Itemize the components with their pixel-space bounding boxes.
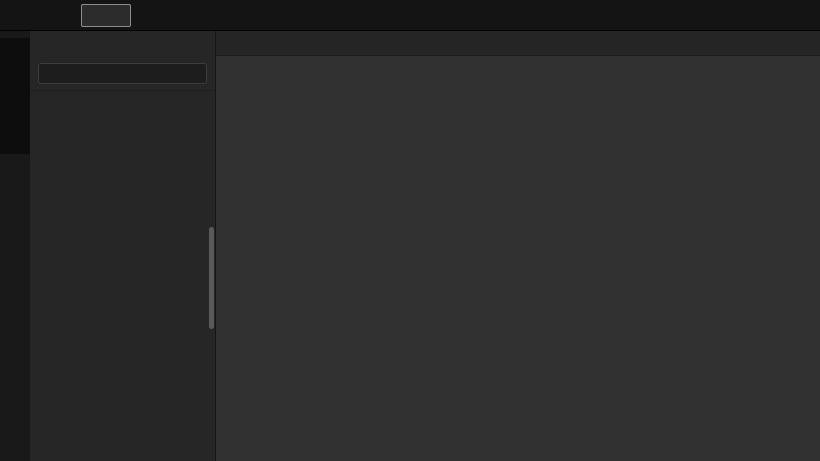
- wavemaker-studio-window: [0, 0, 820, 461]
- document-icon: [277, 9, 289, 21]
- search-box[interactable]: [38, 63, 207, 84]
- search-input[interactable]: [60, 68, 200, 80]
- file-icon: [88, 9, 99, 22]
- topbar: [0, 0, 820, 31]
- play-icon: [223, 9, 235, 21]
- file-path-bar: [216, 31, 820, 56]
- refresh-icon[interactable]: [167, 40, 179, 52]
- tree-scrollbar[interactable]: [209, 227, 214, 329]
- grid-icon[interactable]: [111, 9, 124, 22]
- wavemaker-logo-icon[interactable]: [7, 4, 30, 27]
- activity-bar: [0, 31, 30, 461]
- add-resource-button[interactable]: [186, 38, 202, 54]
- activity-bar-divider: [0, 38, 30, 154]
- editor-area: [216, 31, 820, 461]
- tutorials-button[interactable]: [277, 9, 289, 22]
- file-tree: [30, 90, 215, 461]
- chevron-right-icon: [61, 10, 72, 21]
- resources-header: [30, 31, 215, 58]
- preview-button[interactable]: [223, 9, 235, 22]
- code-editor[interactable]: [216, 56, 820, 461]
- user-avatar[interactable]: [788, 4, 810, 26]
- resources-header-actions: [167, 38, 209, 54]
- tab-customsecurity[interactable]: [81, 4, 131, 27]
- resources-panel: [30, 31, 216, 461]
- activity-bar-top-group: [0, 31, 30, 38]
- project-breadcrumb: [44, 10, 46, 21]
- search-icon: [45, 69, 55, 79]
- main-layout: [0, 31, 820, 461]
